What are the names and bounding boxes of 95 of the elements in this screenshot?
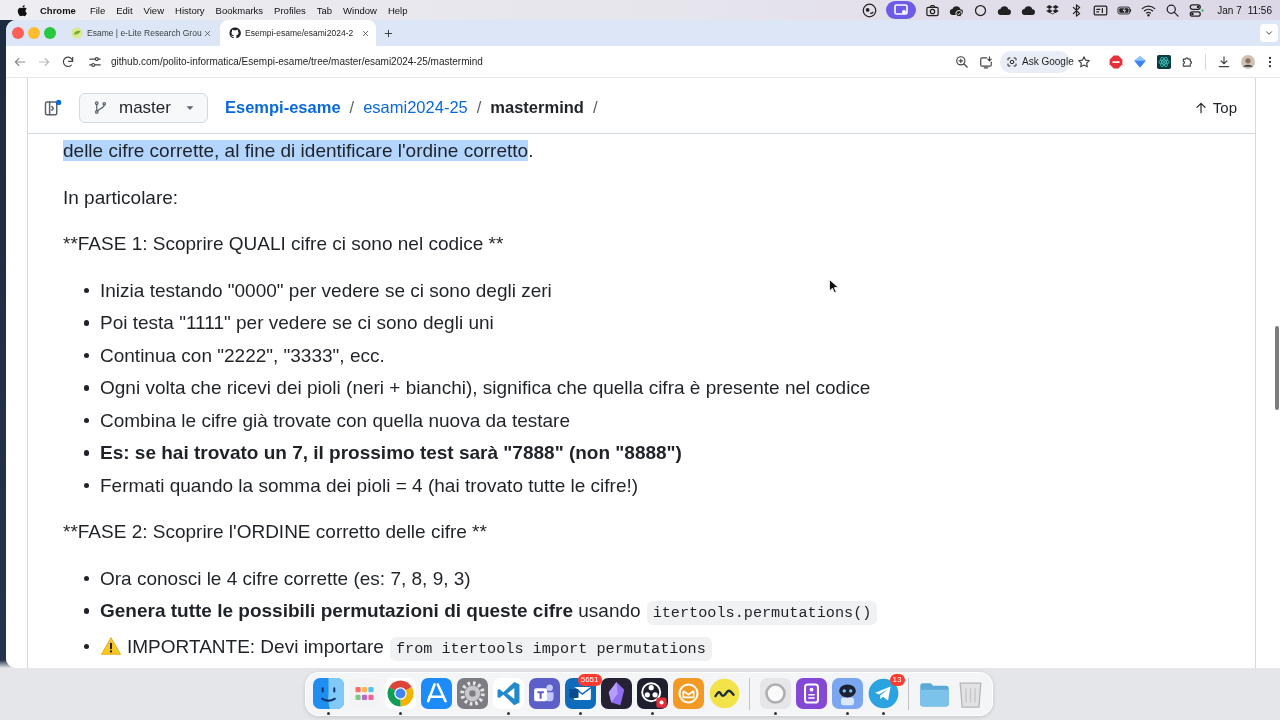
zoom-in-icon — [955, 54, 969, 69]
face-icon[interactable] — [862, 2, 878, 18]
cat-icon — [229, 27, 241, 39]
menu-item[interactable]: Window — [337, 4, 383, 16]
atom-icon — [1157, 54, 1171, 69]
chevron-down-icon — [1264, 28, 1274, 38]
breadcrumb-current: mastermind — [490, 98, 584, 117]
puzzle-icon — [1181, 54, 1195, 69]
leaf-icon — [71, 27, 83, 39]
apple-icon[interactable] — [16, 3, 29, 17]
paragraph: In particolare: — [63, 185, 180, 210]
search-icon[interactable] — [1165, 2, 1181, 18]
smiling-face-tile-icon[interactable] — [312, 678, 344, 709]
toggles-icon[interactable] — [1189, 2, 1205, 18]
stop-sign-icon — [1109, 54, 1123, 69]
address-field[interactable]: github.com/polito-informatica/Esempi-esame/tree/master/esami2024-25/mastermind — [111, 56, 483, 67]
menu-item[interactable]: Bookmarks — [210, 4, 269, 16]
star-icon — [1077, 54, 1091, 69]
envelope-tile-icon[interactable] — [564, 678, 596, 709]
branch-icon — [93, 100, 108, 115]
bullet-icon — [83, 450, 89, 456]
scan-icon — [1006, 55, 1018, 68]
bullet-icon — [83, 320, 89, 326]
sliders-icon — [88, 54, 102, 69]
gem-icon — [1133, 54, 1147, 69]
list-item-text: Es: se hai trovato un 7, il prossimo test sarà "7888" (non "8888") — [100, 442, 682, 463]
time-text: 11:56 — [1247, 4, 1272, 16]
branch-button[interactable]: master — [79, 92, 208, 123]
monitor-download-icon — [979, 54, 993, 69]
breadcrumb-separator: / — [476, 98, 482, 117]
list-item-text: Inizia testando "0000" per vedere se ci sono degli zeri — [100, 279, 552, 301]
camera-icon[interactable] — [925, 2, 941, 18]
gear-tile-icon[interactable] — [456, 678, 488, 709]
tab-title: Esempi-esame/esami2024-2 — [245, 28, 355, 38]
plus-icon — [382, 27, 394, 39]
ring-tile-icon[interactable] — [759, 678, 791, 709]
arrow-up-icon — [1193, 100, 1208, 115]
menu-item[interactable]: History — [169, 4, 211, 16]
tab-title: Esame | e-Lite Research Grou — [87, 28, 203, 38]
app-menu[interactable]: Chrome — [40, 4, 76, 16]
color-wheel-tile-icon[interactable] — [384, 678, 416, 709]
download-icon — [1217, 54, 1231, 69]
list-item-text: Ogni volta che ricevi dei pioli (neri + bianchi), significa che quella cifra è presente nel codice — [100, 377, 871, 398]
browser-tab[interactable]: Esempi-esame/esami2024-2 — [220, 20, 376, 46]
mail-ring-tile-icon[interactable] — [672, 678, 704, 709]
screen-share-icon[interactable] — [886, 1, 917, 19]
device-tile-icon[interactable] — [795, 678, 827, 709]
notification-badge: 13 — [889, 674, 905, 686]
bullet-icon — [83, 417, 89, 424]
menu-item[interactable]: File — [84, 4, 111, 16]
top-button[interactable]: Top — [1187, 95, 1243, 120]
breadcrumb-separator: / — [349, 98, 355, 117]
breadcrumb-link[interactable]: esami2024-25 — [363, 98, 468, 117]
breadcrumb-separator: / — [592, 98, 598, 117]
mouse-pointer-icon — [826, 278, 842, 294]
menu-item[interactable]: Tab — [311, 4, 338, 16]
wave-tile-icon[interactable] — [708, 678, 740, 709]
bullet-icon — [83, 287, 89, 294]
ribbon-tile-icon[interactable] — [492, 678, 524, 709]
sidebar-toggle-icon[interactable] — [44, 98, 62, 117]
paper-plane-tile-icon[interactable] — [867, 678, 899, 709]
menu-item[interactable]: View — [138, 4, 170, 16]
close-icon[interactable] — [203, 28, 212, 38]
date-text: Jan 7 — [1217, 4, 1242, 16]
people-tile-icon[interactable] — [528, 678, 560, 709]
crystal-tile-icon[interactable] — [600, 678, 632, 709]
list-item-text: Fermati quando la somma dei pioli = 4 (hai trovato tutte le cifre!) — [100, 474, 639, 496]
breadcrumb-link[interactable]: Esempi-esame — [225, 98, 341, 117]
reload-icon — [61, 54, 75, 69]
menu-item[interactable]: Help — [382, 4, 413, 16]
close-icon[interactable] — [361, 28, 370, 38]
aperture-tile-icon[interactable] — [636, 678, 668, 709]
sticks-tile-icon[interactable] — [420, 678, 452, 709]
circle-icon[interactable] — [973, 2, 989, 18]
list-item-text: Ora conosci le 4 cifre corrette (es: 7, 8, 9, 3) — [100, 567, 471, 589]
bullet-icon — [83, 643, 89, 650]
id-card-icon[interactable] — [1093, 2, 1109, 18]
list-item-text: Continua con "2222", "3333", ecc. — [100, 344, 385, 366]
bullet-icon — [83, 608, 89, 614]
bullet-icon — [83, 385, 89, 391]
scrollbar-thumb[interactable] — [1275, 326, 1279, 410]
avatar-icon — [1241, 54, 1255, 69]
paragraph: **FASE 2: Scoprire l'ORDINE corretto delle cifre ** — [63, 520, 488, 544]
menu-item[interactable]: Profiles — [268, 4, 312, 16]
notification-badge: 5651 — [577, 674, 602, 686]
bullet-icon — [83, 575, 89, 582]
paragraph: **FASE 1: Scoprire QUALI cifre ci sono nel codice ** — [63, 232, 505, 256]
list-item-text: Combina le cifre già trovate con quella nuova da testare — [100, 409, 570, 431]
bullet-icon — [83, 352, 89, 359]
browser-tab[interactable]: Esame | e-Lite Research Grou — [62, 20, 218, 46]
menu-item[interactable]: Edit — [110, 4, 139, 16]
list-item-text: Poi testa "1111" per vedere se ci sono degli uni — [100, 312, 494, 333]
paragraph: delle cifre corrette, al fine di identificare l'ordine corretto. — [63, 139, 535, 163]
bullet-icon — [83, 482, 89, 489]
robot-tile-icon[interactable] — [831, 678, 863, 709]
